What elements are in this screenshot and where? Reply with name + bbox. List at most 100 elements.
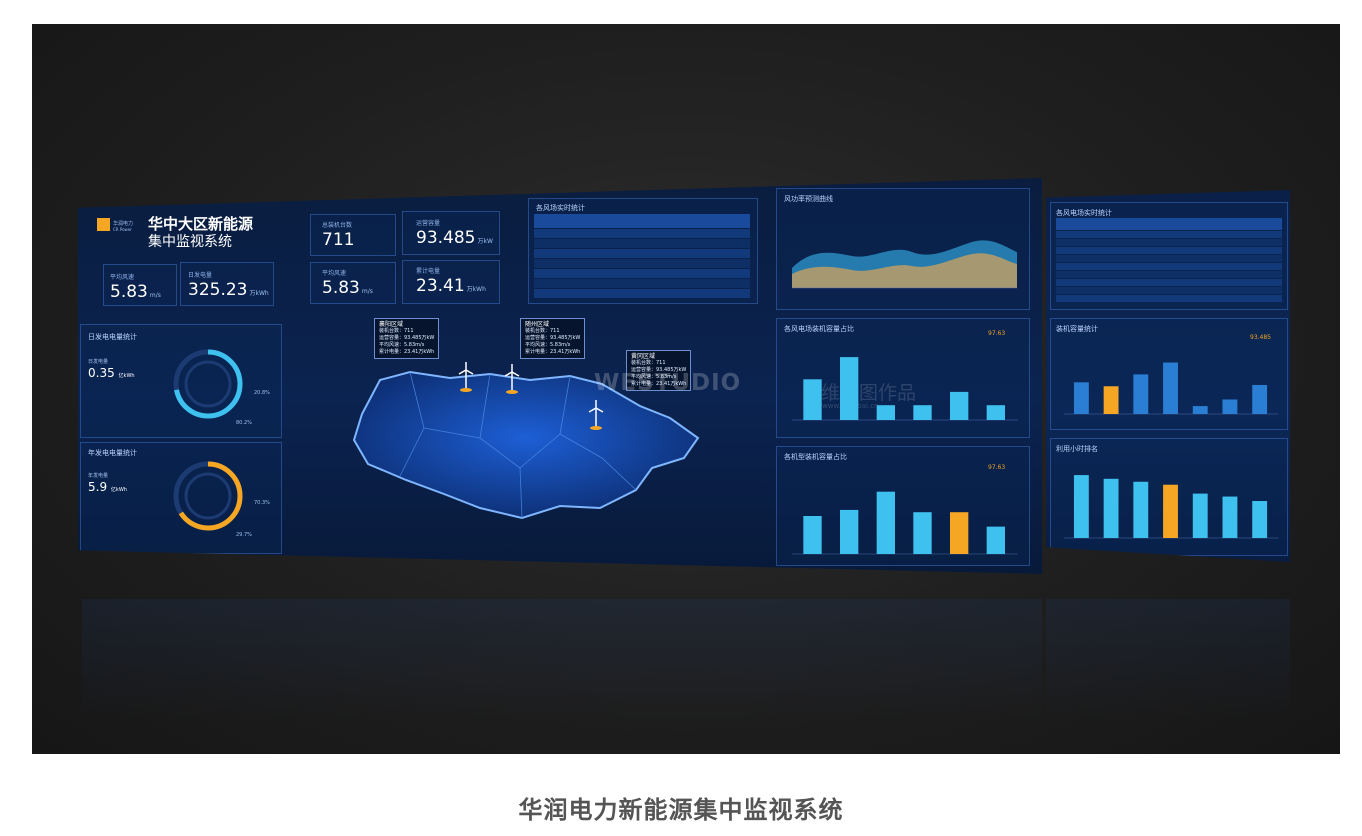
station-table — [534, 214, 750, 298]
table-row — [1056, 247, 1282, 254]
table-rows — [1056, 231, 1282, 302]
highlight-value: 97.63 — [988, 330, 1006, 337]
region-title: 随州区域 — [525, 321, 550, 328]
ring-track-inner — [184, 472, 232, 520]
stat-unit: 亿kWh — [118, 373, 135, 379]
bar — [913, 512, 932, 554]
region-line: 运营容量：93.485万kW — [525, 335, 581, 341]
stat-unit: 亿kWh — [110, 487, 127, 493]
wind-curve-chart — [792, 240, 1017, 289]
region-line: 平均风速：5.83m/s — [379, 342, 425, 348]
dashboard-subtitle: 集中监视系统 — [148, 234, 232, 250]
table-row — [1056, 263, 1282, 270]
ring-percent-a: 20.8% — [254, 390, 270, 396]
bar — [876, 491, 895, 554]
region-title: 黄冈区域 — [631, 353, 656, 360]
bar-chart-capacity-share — [792, 357, 1018, 421]
panel-title: 各风电场实时统计 — [1056, 209, 1112, 217]
yearly-ring-gauge — [173, 461, 243, 531]
screen-reflection — [82, 599, 1042, 719]
kpi-unit: 万kW — [477, 238, 493, 245]
kpi-label: 平均风速 — [110, 274, 135, 281]
region-tooltip: 随州区域 装机台数：711 运营容量：93.485万kW 平均风速：5.83m/… — [520, 318, 586, 359]
table-row — [534, 269, 750, 278]
kpi-value: 5.83 m/s — [322, 278, 373, 298]
table-row — [1056, 255, 1282, 262]
bar — [1252, 501, 1268, 538]
panel-title: 各风电场装机容量占比 — [784, 325, 854, 333]
kpi-number: 5.83 — [322, 278, 360, 298]
kpi-number: 5.83 — [110, 282, 148, 302]
kpi-number: 23.41 — [416, 276, 465, 296]
logo-icon — [97, 218, 110, 231]
region-line: 装机台数：711 — [379, 328, 414, 334]
secondary-dashboard-screen: 各风电场实时统计 装机容量统计 93.485 利用小时排名 — [1046, 190, 1290, 562]
kpi-label: 累计电量 — [416, 268, 441, 275]
panel-title: 风功率预测曲线 — [784, 195, 833, 203]
bar — [1103, 386, 1119, 414]
table-row — [1056, 231, 1282, 238]
stat-number: 0.35 — [88, 366, 115, 380]
bar — [1192, 493, 1208, 538]
table-header — [1056, 218, 1282, 230]
kpi-unit: m/s — [149, 292, 161, 299]
main-dashboard-screen: 华润电力 CR Power 华中大区新能源 集中监视系统 平均风速 5.83 m/… — [78, 178, 1042, 574]
table-header — [534, 214, 750, 228]
table-row — [1056, 239, 1282, 246]
kpi-number: 325.23 — [188, 280, 248, 300]
panel-title: 各机型装机容量占比 — [784, 453, 847, 461]
bar — [950, 391, 969, 420]
kpi-unit: m/s — [361, 288, 373, 295]
bar — [803, 516, 822, 554]
bar — [876, 405, 895, 420]
region-line: 运营容量：93.485万kW — [379, 335, 435, 341]
region-line: 累计电量：23.41万kWh — [379, 349, 435, 355]
bar — [1163, 362, 1178, 414]
panel-title: 日发电电量统计 — [88, 333, 137, 341]
table-row — [534, 259, 750, 268]
kpi-number: 711 — [322, 230, 355, 250]
bar — [803, 379, 822, 420]
bar — [986, 526, 1005, 554]
table-row — [1056, 295, 1282, 302]
logo-subtext: CR Power — [113, 227, 132, 232]
bar — [1252, 384, 1268, 414]
table-row — [534, 229, 750, 238]
wind-turbine-icon — [588, 400, 604, 430]
logo-text: 华润电力 — [113, 221, 134, 227]
image-caption: 华润电力新能源集中监视系统 — [518, 796, 844, 824]
daily-ring-gauge — [173, 349, 243, 419]
screen-reflection-right — [1046, 599, 1290, 719]
bar — [1133, 374, 1149, 414]
kpi-value: 325.23 万kWh — [188, 280, 269, 300]
stat-label: 日发电量 — [88, 359, 109, 365]
kpi-label: 平均风速 — [322, 270, 347, 277]
ring-track-inner — [184, 360, 232, 408]
bar-chart-model-share — [792, 491, 1018, 555]
ring-percent-a: 70.3% — [254, 500, 270, 506]
kpi-value: 711 — [322, 230, 354, 250]
wind-turbine-icon — [504, 364, 520, 394]
table-row — [534, 239, 750, 248]
kpi-label: 总装机台数 — [322, 222, 353, 229]
kpi-unit: 万kWh — [466, 286, 486, 293]
region-tooltip: 襄阳区域 装机台数：711 运营容量：93.485万kW 平均风速：5.83m/… — [374, 318, 440, 359]
bar — [986, 405, 1005, 420]
kpi-label: 日发电量 — [188, 272, 213, 279]
bar — [913, 405, 932, 420]
region-line: 装机台数：711 — [631, 360, 666, 366]
kpi-value: 93.485 万kW — [416, 228, 493, 248]
kpi-number: 93.485 — [416, 228, 476, 248]
panel-title: 年发电电量统计 — [88, 449, 137, 457]
bar — [1222, 399, 1238, 414]
table-row — [1056, 279, 1282, 286]
bar — [1222, 496, 1238, 538]
bar — [840, 509, 859, 554]
stat-number: 5.9 — [88, 480, 108, 494]
right-bar-chart-capacity — [1064, 362, 1278, 415]
kpi-value: 5.83 m/s — [110, 282, 161, 302]
panel-title: 利用小时排名 — [1056, 445, 1098, 453]
kpi-value: 23.41 万kWh — [416, 276, 486, 296]
bar — [1163, 484, 1178, 538]
table-rows — [534, 229, 750, 298]
